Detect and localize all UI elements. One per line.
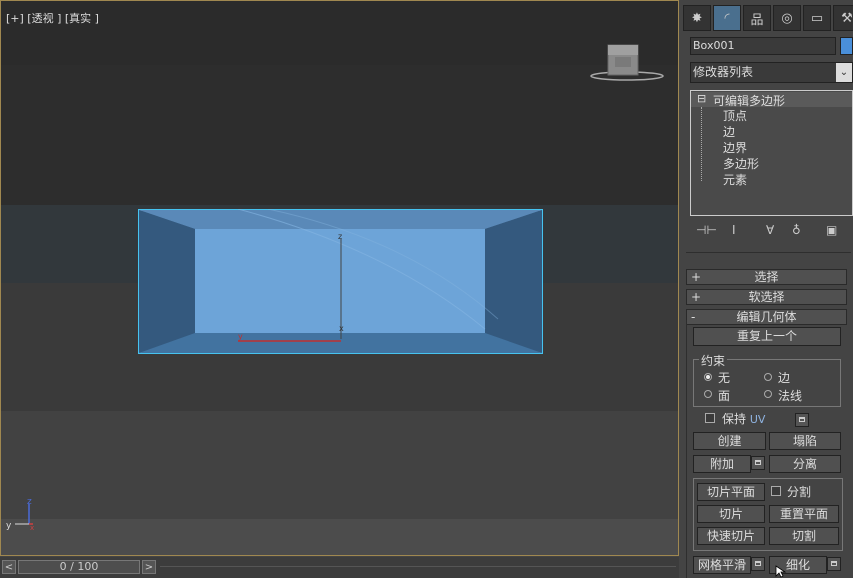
preserve-uv-text: 保持 bbox=[722, 412, 747, 426]
object-name-input[interactable]: Box001 bbox=[690, 37, 836, 55]
time-slider[interactable]: 0 / 100 bbox=[18, 560, 140, 574]
modifier-list-label: 修改器列表 bbox=[693, 65, 754, 79]
constraint-normal-radio[interactable] bbox=[764, 390, 772, 398]
constraint-edge-label: 边 bbox=[778, 371, 791, 385]
constraints-title: 约束 bbox=[699, 352, 728, 369]
axis-x-label: x bbox=[30, 524, 34, 532]
prev-frame-button[interactable]: < bbox=[2, 560, 16, 574]
stack-item-border[interactable]: 边界 bbox=[723, 139, 747, 156]
tessellate-settings-icon[interactable] bbox=[827, 557, 841, 571]
collapse-button[interactable]: 塌陷 bbox=[769, 432, 841, 450]
gizmo-x-label: x bbox=[339, 324, 344, 333]
preserve-uv-suffix: UV bbox=[749, 413, 766, 426]
command-panel: ✸ ◜ 品 ◎ ▭ ⚒ Box001 修改器列表 ⌄ ⊟ 可编辑多边形 顶点 边… bbox=[680, 0, 853, 578]
repeat-last-button[interactable]: 重复上一个 bbox=[693, 327, 841, 346]
constraint-face-label: 面 bbox=[718, 389, 731, 403]
pin-stack-icon[interactable]: ⊣⊢ bbox=[696, 223, 717, 237]
create-icon[interactable]: ✸ bbox=[683, 5, 711, 31]
axis-z-label: z bbox=[27, 497, 32, 507]
utilities-icon[interactable]: ⚒ bbox=[833, 5, 853, 31]
reset-plane-button[interactable]: 重置平面 bbox=[769, 505, 839, 523]
gizmo-z-label: z bbox=[338, 232, 342, 241]
stack-item-vertex[interactable]: 顶点 bbox=[723, 107, 747, 124]
collapse-icon[interactable]: ⊟ bbox=[697, 92, 706, 105]
attach-settings-icon[interactable] bbox=[751, 456, 765, 470]
rollout-selection[interactable]: + 选择 bbox=[686, 269, 847, 285]
bg-band bbox=[1, 65, 678, 205]
quick-slice-button[interactable]: 快速切片 bbox=[697, 527, 765, 545]
expand-icon: + bbox=[691, 290, 702, 304]
settings-icon[interactable] bbox=[795, 413, 809, 427]
modifier-stack: ⊟ 可编辑多边形 顶点 边 边界 多边形 元素 bbox=[690, 90, 853, 216]
object-color-swatch[interactable] bbox=[840, 37, 853, 55]
split-checkbox[interactable] bbox=[771, 486, 781, 496]
stack-item-element[interactable]: 元素 bbox=[723, 171, 747, 188]
viewcube-icon[interactable] bbox=[589, 43, 665, 83]
hierarchy-icon[interactable]: 品 bbox=[743, 5, 771, 31]
meshsmooth-button[interactable]: 网格平滑 bbox=[693, 556, 751, 574]
panel-tabs: ✸ ◜ 品 ◎ ▭ ⚒ bbox=[683, 5, 853, 31]
configure-sets-icon[interactable]: ▣ bbox=[826, 223, 837, 237]
constraint-face-radio[interactable] bbox=[704, 390, 712, 398]
preserve-uv-checkbox[interactable] bbox=[705, 413, 715, 423]
stack-item-polygon[interactable]: 多边形 bbox=[723, 155, 759, 172]
slice-plane-button[interactable]: 切片平面 bbox=[697, 483, 765, 501]
slice-button[interactable]: 切片 bbox=[697, 505, 765, 523]
rollout-selection-label: 选择 bbox=[754, 270, 779, 284]
divider bbox=[686, 252, 851, 253]
constraint-none-label: 无 bbox=[718, 371, 731, 385]
time-slider-bar: < 0 / 100 > bbox=[0, 557, 679, 578]
constraint-none-radio[interactable] bbox=[704, 373, 712, 381]
rollout-soft-selection-label: 软选择 bbox=[748, 290, 785, 304]
bg-band bbox=[1, 1, 678, 65]
meshsmooth-settings-icon[interactable] bbox=[751, 557, 765, 571]
attach-button[interactable]: 附加 bbox=[693, 455, 751, 473]
constraint-normal-label: 法线 bbox=[778, 389, 803, 403]
stack-root-row[interactable]: ⊟ 可编辑多边形 bbox=[691, 92, 852, 108]
box-object[interactable]: z x y bbox=[138, 209, 543, 354]
preserve-uv-label: 保持 UV bbox=[722, 410, 765, 427]
perspective-viewport[interactable]: [+] [透视 ] [真实 ] z x y z y x bbox=[0, 0, 679, 556]
make-unique-icon[interactable]: ∀ bbox=[766, 223, 774, 237]
modifier-list-dropdown[interactable]: 修改器列表 ⌄ bbox=[690, 62, 853, 83]
stack-tools: ⊣⊢ Ⅰ ∀ ♁ ▣ bbox=[694, 223, 850, 241]
modify-icon[interactable]: ◜ bbox=[713, 5, 741, 31]
motion-icon[interactable]: ◎ bbox=[773, 5, 801, 31]
detach-button[interactable]: 分离 bbox=[769, 455, 841, 473]
time-track[interactable] bbox=[160, 566, 676, 567]
chevron-down-icon[interactable]: ⌄ bbox=[836, 63, 852, 82]
axis-y-label: y bbox=[6, 521, 12, 531]
next-frame-button[interactable]: > bbox=[142, 560, 156, 574]
gizmo-y-label: y bbox=[238, 332, 243, 341]
show-end-result-icon[interactable]: Ⅰ bbox=[732, 223, 736, 237]
viewport-label[interactable]: [+] [透视 ] [真实 ] bbox=[6, 10, 99, 26]
constraint-edge-radio[interactable] bbox=[764, 373, 772, 381]
stack-item-edge[interactable]: 边 bbox=[723, 123, 735, 140]
rollout-soft-selection[interactable]: + 软选择 bbox=[686, 289, 847, 305]
display-icon[interactable]: ▭ bbox=[803, 5, 831, 31]
create-button[interactable]: 创建 bbox=[693, 432, 766, 450]
expand-icon: + bbox=[691, 270, 702, 284]
mouse-cursor-icon bbox=[775, 565, 787, 578]
cut-button[interactable]: 切割 bbox=[769, 527, 839, 545]
bg-band bbox=[1, 519, 678, 555]
split-label: 分割 bbox=[787, 485, 812, 499]
bg-band bbox=[1, 411, 678, 519]
remove-modifier-icon[interactable]: ♁ bbox=[792, 223, 801, 237]
axis-tripod-icon: z y x bbox=[6, 497, 34, 532]
tree-line bbox=[701, 107, 703, 181]
